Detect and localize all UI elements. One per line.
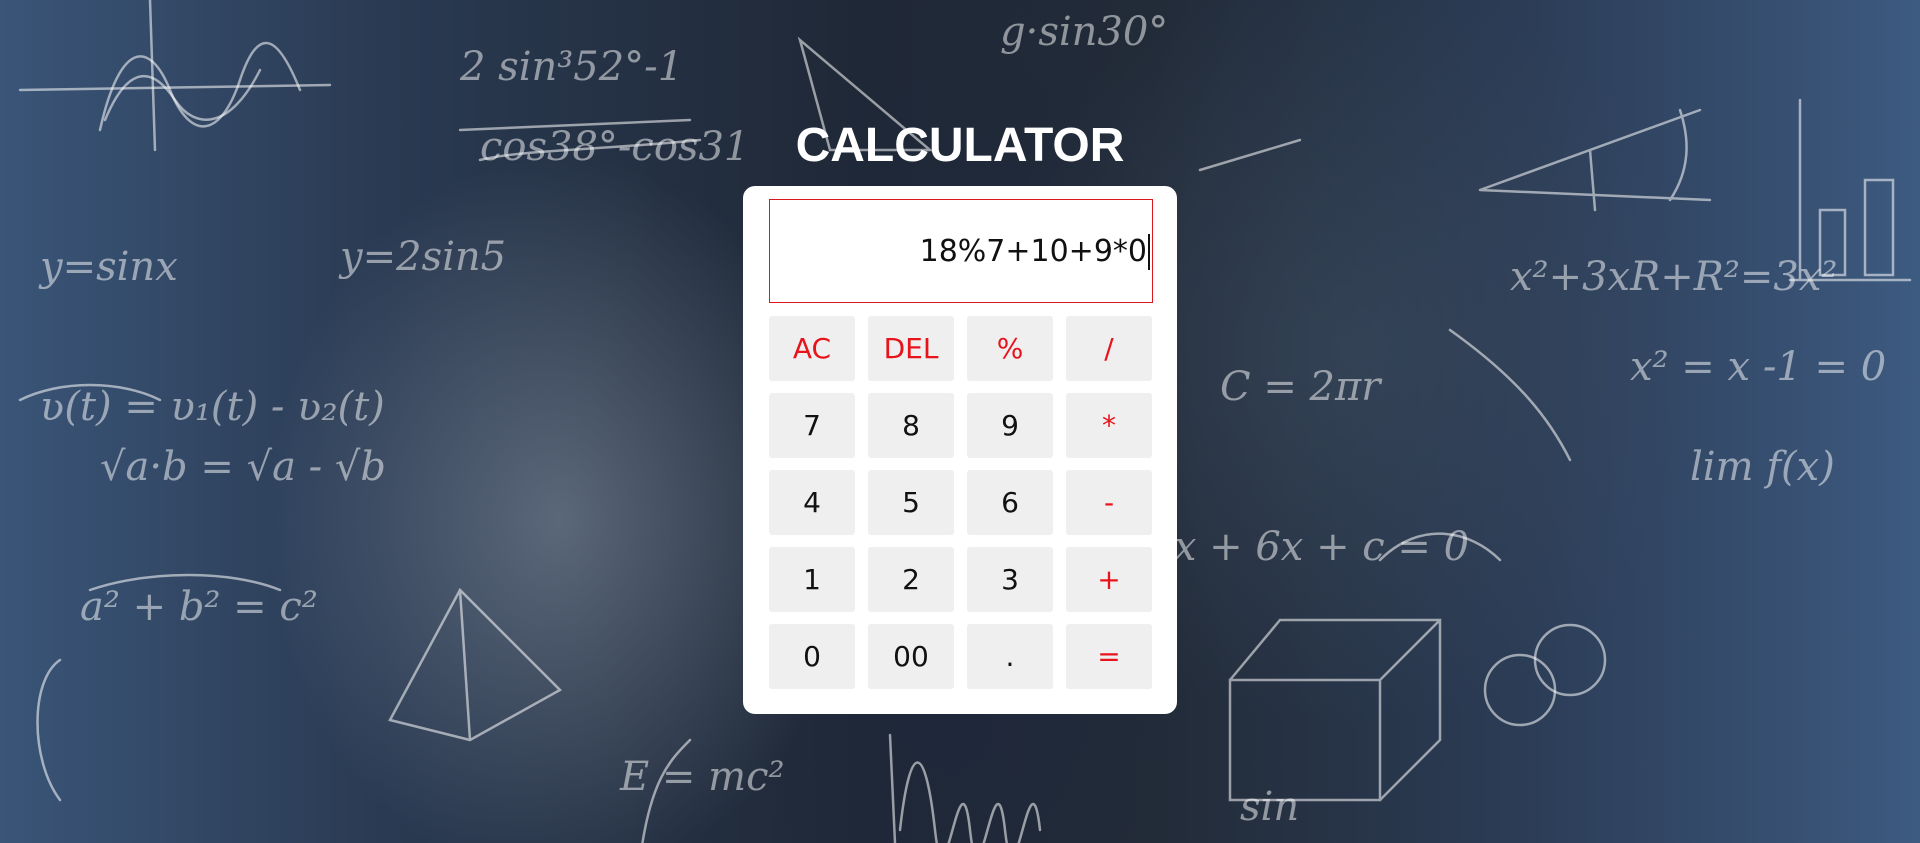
svg-text:ax + 6x + c = 0: ax + 6x + c = 0 <box>1150 524 1469 570</box>
subtract-button[interactable]: - <box>1066 470 1152 535</box>
digit-7-button[interactable]: 7 <box>769 393 855 458</box>
digit-0-button[interactable]: 0 <box>769 624 855 689</box>
digit-3-button[interactable]: 3 <box>967 547 1053 612</box>
page-title: CALCULATOR <box>795 119 1125 172</box>
svg-text:y=2sin5: y=2sin5 <box>338 234 506 280</box>
all-clear-button[interactable]: AC <box>769 316 855 381</box>
svg-text:lim f(x): lim f(x) <box>1690 444 1835 490</box>
multiply-button[interactable]: * <box>1066 393 1152 458</box>
svg-text:x²+3xR+R²=3x²: x²+3xR+R²=3x² <box>1510 254 1837 300</box>
divide-button[interactable]: / <box>1066 316 1152 381</box>
digit-9-button[interactable]: 9 <box>967 393 1053 458</box>
svg-text:y=sinx: y=sinx <box>38 244 178 290</box>
digit-1-button[interactable]: 1 <box>769 547 855 612</box>
calculator-panel: 18%7+10+9*0 AC DEL%/ 7 8 9 * 4 5 6- 1 2 3 +0 00. = <box>743 186 1177 714</box>
digit-2-button[interactable]: 2 <box>868 547 954 612</box>
digit-8-button[interactable]: 8 <box>868 393 954 458</box>
svg-text:sin: sin <box>1240 784 1299 830</box>
decimal-point-button[interactable]: . <box>967 624 1053 689</box>
double-zero-button[interactable]: 00 <box>868 624 954 689</box>
svg-text:g·sin30°: g·sin30° <box>1000 9 1168 55</box>
svg-text:a² + b² = c²: a² + b² = c² <box>80 584 318 630</box>
digit-4-button[interactable]: 4 <box>769 470 855 535</box>
digit-5-button[interactable]: 5 <box>868 470 954 535</box>
svg-text:√a·b = √a - √b: √a·b = √a - √b <box>100 444 386 490</box>
equals-button[interactable]: = <box>1066 624 1152 689</box>
svg-text:E = mc²: E = mc² <box>619 754 785 800</box>
delete-button[interactable]: DEL <box>868 316 954 381</box>
display-expression: 18%7+10+9*0 <box>920 234 1150 270</box>
svg-text:2 sin³52°-1: 2 sin³52°-1 <box>459 44 683 90</box>
calculator-display[interactable]: 18%7+10+9*0 <box>769 199 1153 303</box>
add-button[interactable]: + <box>1066 547 1152 612</box>
digit-6-button[interactable]: 6 <box>967 470 1053 535</box>
modulo-button[interactable]: % <box>967 316 1053 381</box>
keypad: AC DEL%/ 7 8 9 * 4 5 6- 1 2 3 +0 00. = <box>769 316 1153 689</box>
svg-text:x² = x -1 = 0: x² = x -1 = 0 <box>1630 344 1886 390</box>
svg-text:C = 2πr: C = 2πr <box>1220 364 1383 410</box>
svg-text:ʋ(t) = υ₁(t) - ʋ₂(t): ʋ(t) = υ₁(t) - ʋ₂(t) <box>40 384 385 430</box>
